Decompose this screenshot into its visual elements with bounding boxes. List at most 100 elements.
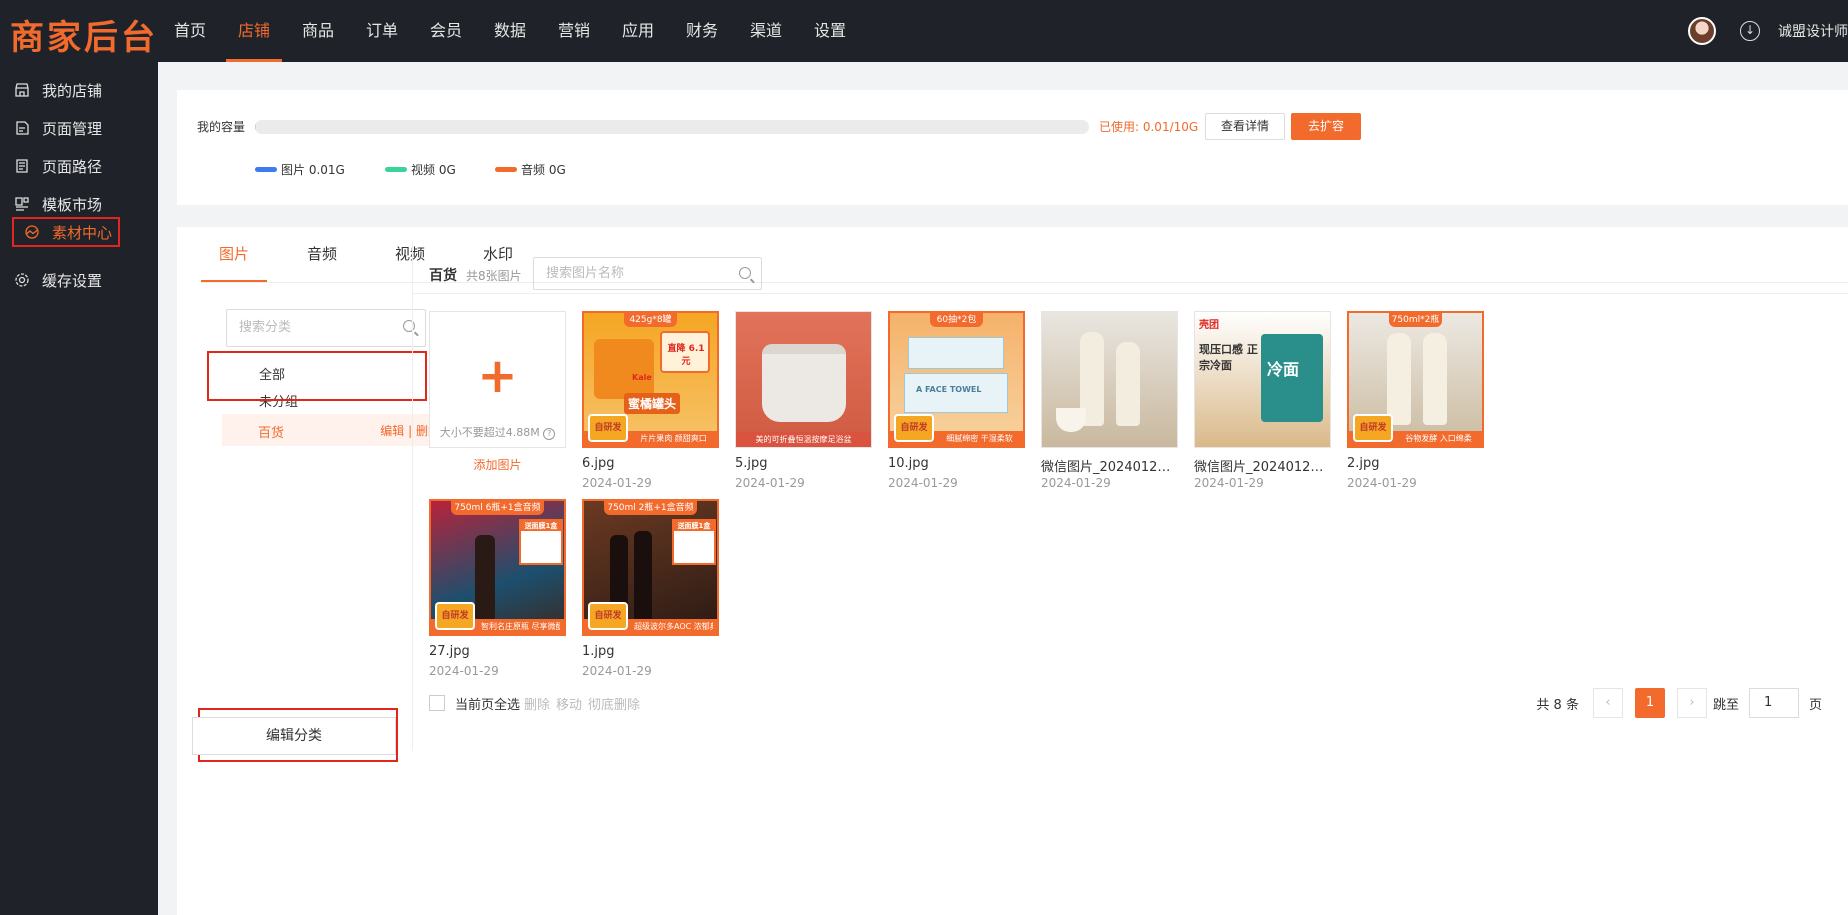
category-active-item[interactable]: 百货 编辑 | 删除	[222, 414, 452, 446]
thumb-ribbon: 425g*8罐	[624, 313, 677, 327]
legend-video: 视频 0G	[385, 161, 456, 178]
image-thumb-wechat-1[interactable]	[1041, 311, 1178, 448]
top-nav: 首页 店铺 商品 订单 会员 数据 营销 应用 财务 渠道 设置	[158, 0, 862, 62]
gift-text: 送面膜1盒	[520, 521, 562, 531]
bulk-move-link[interactable]: 移动	[556, 694, 582, 713]
sidebar: 我的店铺 页面管理 页面路径 模板市场 素材中心 缓存设置	[0, 62, 158, 915]
path-icon	[16, 159, 28, 173]
nav-orders[interactable]: 订单	[350, 0, 414, 62]
help-icon[interactable]: ?	[543, 428, 556, 440]
tab-images[interactable]: 图片	[201, 227, 268, 282]
sidebar-item-material-center[interactable]: 素材中心	[12, 217, 121, 247]
category-search-input[interactable]: 搜索分类	[226, 309, 426, 347]
brand-text: Kale	[632, 373, 652, 382]
search-icon[interactable]	[739, 267, 751, 279]
thumb-ribbon: 60抽*2包	[930, 313, 983, 327]
bottle-shape	[1387, 333, 1411, 425]
thumb-caption: 片片果肉 颜甜爽口	[640, 434, 707, 443]
user-name[interactable]: 诚盟设计师	[1778, 21, 1848, 41]
nav-products[interactable]: 商品	[286, 0, 350, 62]
brand-badge: 自研发	[588, 602, 628, 630]
image-thumb-27[interactable]: 750ml 6瓶+1盒音频 送面膜1盒 智利名庄原瓶 尽享微醺时光 自研发	[429, 499, 566, 636]
tab-audio[interactable]: 音频	[289, 227, 355, 282]
prev-page-button[interactable]: ‹	[1592, 688, 1623, 718]
brand-badge: 自研发	[894, 414, 934, 442]
image-search-input[interactable]: 搜索图片名称	[533, 257, 762, 290]
thumb-caption: 细腻绵密 干湿柔软	[946, 434, 1013, 443]
add-image-hint: 大小不要超过4.88M ?	[430, 424, 565, 440]
product-title: A FACE TOWEL	[916, 385, 982, 394]
product-title: 现压口感 正宗冷面	[1199, 343, 1258, 372]
image-filename: 2.jpg	[1347, 456, 1380, 471]
brand-badge: 自研发	[1353, 414, 1393, 442]
add-image-hint-text: 大小不要超过4.88M	[439, 426, 540, 439]
storage-progress-bar	[255, 120, 1089, 134]
bottle-shape	[1423, 333, 1447, 425]
add-image-card[interactable]: + 大小不要超过4.88M ?	[429, 311, 566, 448]
image-thumb-6[interactable]: 425g*8罐 直降 6.1元 Kale 蜜橘罐头 片片果肉 颜甜爽口 自研发	[582, 311, 719, 448]
legend-images: 图片 0.01G	[255, 161, 345, 178]
price-tag-text: 直降 6.1元	[667, 344, 705, 367]
edit-category-button[interactable]: 编辑分类	[192, 717, 396, 755]
highlight-box	[207, 351, 427, 401]
download-icon[interactable]: ↓	[1740, 21, 1760, 41]
select-all-label[interactable]: 当前页全选	[455, 694, 520, 713]
user-area: ↓ 诚盟设计师	[1688, 0, 1848, 62]
nav-store[interactable]: 店铺	[222, 0, 286, 62]
image-thumb-wechat-2[interactable]: 壳团 现压口感 正宗冷面 冷面	[1194, 311, 1331, 448]
add-image-link[interactable]: 添加图片	[429, 456, 566, 473]
group-count: 共8张图片	[466, 269, 522, 283]
content-divider	[413, 293, 1848, 294]
thumb-caption: 谷物发酵 入口绵柔	[1405, 434, 1472, 443]
legend-swatch	[495, 167, 517, 172]
view-detail-button[interactable]: 查看详情	[1205, 113, 1285, 140]
sidebar-item-label: 模板市场	[42, 195, 103, 214]
sidebar-item-cache-settings[interactable]: 缓存设置	[14, 266, 102, 294]
nav-channels[interactable]: 渠道	[734, 0, 798, 62]
next-page-button[interactable]: ›	[1676, 688, 1707, 718]
sidebar-item-my-store[interactable]: 我的店铺	[14, 76, 102, 104]
expand-capacity-button[interactable]: 去扩容	[1291, 113, 1361, 140]
select-all-checkbox[interactable]	[429, 695, 445, 711]
image-filename: 1.jpg	[582, 644, 615, 659]
nav-apps[interactable]: 应用	[606, 0, 670, 62]
storage-progress-fill	[255, 120, 256, 134]
foot-bath-shape	[762, 344, 846, 422]
avatar[interactable]	[1688, 17, 1716, 45]
template-icon	[15, 197, 29, 211]
group-title: 百货	[429, 268, 457, 284]
sidebar-item-page-manage[interactable]: 页面管理	[14, 114, 102, 142]
image-search-placeholder: 搜索图片名称	[546, 266, 625, 281]
nav-data[interactable]: 数据	[478, 0, 542, 62]
sidebar-item-label: 我的店铺	[42, 81, 103, 100]
nav-marketing[interactable]: 营销	[542, 0, 606, 62]
category-name: 百货	[258, 426, 285, 441]
thumb-ribbon: 750ml 2瓶+1盒音频	[604, 501, 697, 515]
wine-bottle	[634, 531, 652, 619]
bulk-purge-link[interactable]: 彻底删除	[588, 694, 640, 713]
brand-logo[interactable]: 商家后台	[10, 10, 158, 59]
sidebar-item-label: 页面管理	[42, 119, 103, 138]
image-thumb-10[interactable]: 60抽*2包 A FACE TOWEL 细腻绵密 干湿柔软 自研发	[888, 311, 1025, 448]
search-icon[interactable]	[403, 320, 415, 332]
nav-home[interactable]: 首页	[158, 0, 222, 62]
page-1-button[interactable]: 1	[1634, 688, 1665, 718]
image-date: 2024-01-29	[429, 664, 499, 678]
category-edit-link[interactable]: 编辑	[380, 424, 404, 438]
legend-swatch	[385, 167, 407, 172]
goto-page-input[interactable]: 1	[1748, 688, 1799, 718]
image-thumb-2[interactable]: 750ml*2瓶 谷物发酵 入口绵柔 自研发	[1347, 311, 1484, 448]
image-thumb-5[interactable]: 美的可折叠恒温按摩足浴盆	[735, 311, 872, 448]
nav-settings[interactable]: 设置	[798, 0, 862, 62]
nav-finance[interactable]: 财务	[670, 0, 734, 62]
storage-panel: 我的容量 已使用: 0.01/10G 查看详情 去扩容 图片 0.01G 视频 …	[177, 90, 1848, 205]
material-icon	[25, 225, 39, 239]
image-thumb-1[interactable]: 750ml 2瓶+1盒音频 送面膜1盒 超级波尔多AOC 浓郁典雅尊享礼 自研发	[582, 499, 719, 636]
image-date: 2024-01-29	[1041, 476, 1111, 490]
image-date: 2024-01-29	[582, 664, 652, 678]
sidebar-item-page-path[interactable]: 页面路径	[14, 152, 102, 180]
nav-members[interactable]: 会员	[414, 0, 478, 62]
sidebar-item-template-market[interactable]: 模板市场	[14, 190, 102, 218]
thumb-caption: 智利名庄原瓶 尽享微醺时光	[481, 622, 560, 631]
bulk-delete-link[interactable]: 删除	[524, 694, 550, 713]
